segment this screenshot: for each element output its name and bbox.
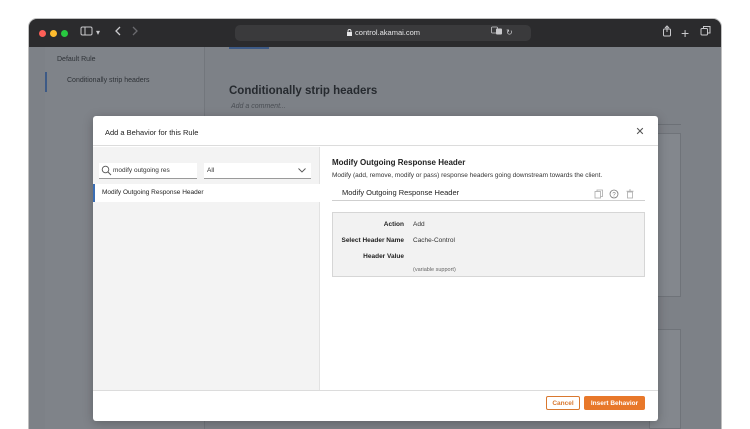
lock-icon <box>346 28 355 37</box>
minimize-window-button[interactable] <box>50 30 57 37</box>
variable-support-hint: (variable support) <box>413 267 456 273</box>
behavior-subheading-text: Modify Outgoing Response Header <box>342 188 460 197</box>
behavior-description: Modify (add, remove, modify or pass) res… <box>332 172 603 179</box>
forward-icon[interactable] <box>130 25 140 41</box>
page-title: Conditionally strip headers <box>229 85 378 97</box>
tab-overview-icon[interactable] <box>700 25 711 41</box>
tab-indicator <box>229 47 269 49</box>
url-text: control.akamai.com <box>355 28 421 37</box>
search-icon <box>101 165 112 176</box>
browser-window: ▾ control.akamai.com ↻ + Default Rule Co… <box>29 19 721 429</box>
insert-behavior-button[interactable]: Insert Behavior <box>584 396 645 410</box>
translate-icon[interactable] <box>491 25 503 41</box>
cancel-button[interactable]: Cancel <box>546 396 580 410</box>
field-label-header-name: Select Header Name <box>341 237 404 244</box>
sidebar-toggle-icon[interactable] <box>80 25 93 41</box>
address-bar[interactable]: control.akamai.com ↻ <box>235 25 531 41</box>
add-behavior-modal: Add a Behavior for this Rule ✕ All Modif… <box>93 116 658 421</box>
zoom-window-button[interactable] <box>61 30 68 37</box>
reload-icon[interactable]: ↻ <box>506 25 513 41</box>
help-icon[interactable]: ? <box>609 189 619 199</box>
share-icon[interactable] <box>662 25 672 41</box>
modal-title: Add a Behavior for this Rule <box>105 128 199 137</box>
behavior-detail-pane: Modify Outgoing Response Header Modify (… <box>321 147 658 390</box>
chevron-down-icon <box>298 168 306 173</box>
category-filter-select[interactable]: All <box>204 163 311 179</box>
search-box <box>99 163 197 179</box>
close-window-button[interactable] <box>39 30 46 37</box>
modal-footer: Cancel Insert Behavior <box>93 390 658 421</box>
field-value-header-name[interactable]: Cache-Control <box>413 237 455 244</box>
behavior-title: Modify Outgoing Response Header <box>332 158 466 167</box>
behavior-fields: Action Add Select Header Name Cache-Cont… <box>332 212 645 277</box>
rule-tree-item-conditional[interactable]: Conditionally strip headers <box>45 72 205 92</box>
chevron-down-icon[interactable]: ▾ <box>96 25 100 41</box>
result-item-modify-outgoing-response-header[interactable]: Modify Outgoing Response Header <box>93 184 320 202</box>
close-icon[interactable]: ✕ <box>633 125 647 139</box>
result-item-label: Modify Outgoing Response Header <box>102 189 204 196</box>
copy-icon[interactable] <box>594 189 604 199</box>
browser-toolbar: ▾ control.akamai.com ↻ + <box>29 19 721 47</box>
field-value-action[interactable]: Add <box>413 221 425 228</box>
field-label-action: Action <box>383 221 404 228</box>
rule-tree-item-default[interactable]: Default Rule <box>45 56 205 63</box>
trash-icon[interactable] <box>625 189 635 199</box>
comment-placeholder[interactable]: Add a comment... <box>231 103 286 110</box>
search-input[interactable] <box>113 163 195 178</box>
behavior-subheading: Modify Outgoing Response Header ? <box>332 188 645 201</box>
modal-header: Add a Behavior for this Rule ✕ <box>93 116 658 146</box>
back-icon[interactable] <box>113 25 123 41</box>
behavior-search-pane: All Modify Outgoing Response Header <box>93 147 320 390</box>
new-tab-icon[interactable]: + <box>681 25 689 41</box>
filter-selected-value: All <box>207 167 215 174</box>
field-label-header-value: Header Value <box>363 253 404 260</box>
